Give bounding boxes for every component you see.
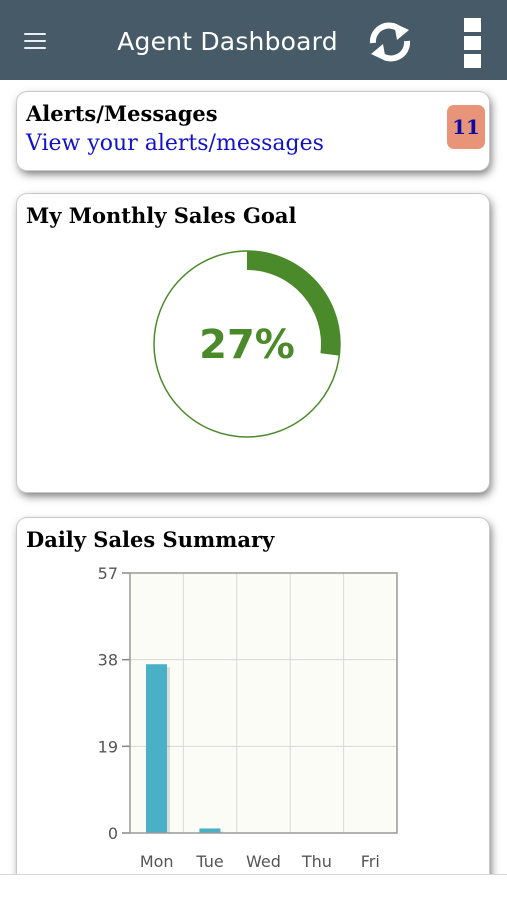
refresh-icon[interactable] (364, 20, 416, 64)
hamburger-menu-icon[interactable] (24, 30, 48, 52)
alerts-title: Alerts/Messages (26, 101, 218, 126)
chart-x-tick-label: Wed (246, 852, 281, 871)
chart-x-tick-label: Thu (301, 852, 332, 871)
chart-y-tick-label: 38 (98, 651, 118, 670)
dashboard-screen: Agent Dashboard Alerts/Messages View you… (0, 0, 507, 900)
app-header: Agent Dashboard (0, 0, 507, 80)
monthly-goal-title: My Monthly Sales Goal (26, 203, 297, 228)
chart-y-tick-label: 0 (108, 824, 118, 843)
chart-x-tick-label: Mon (140, 852, 174, 871)
chart-plot-area (130, 573, 397, 833)
chart-y-tick-label: 19 (98, 737, 118, 756)
view-alerts-link[interactable]: View your alerts/messages (26, 131, 324, 156)
goal-percent-label: 27% (199, 322, 295, 368)
alerts-count-badge[interactable]: 11 (447, 105, 485, 149)
app-title: Agent Dashboard (117, 27, 338, 56)
daily-sales-chart: 0 19 38 57 Mon Tue Wed Thu Fri (98, 564, 398, 871)
goal-progress-gauge: 27% (153, 250, 341, 438)
screen-bottom-edge (0, 874, 507, 900)
alerts-card: Alerts/Messages View your alerts/message… (17, 92, 489, 170)
chart-bar (146, 664, 167, 833)
daily-sales-title: Daily Sales Summary (26, 527, 275, 552)
chart-x-tick-label: Tue (195, 852, 223, 871)
monthly-goal-card: My Monthly Sales Goal 27% (17, 194, 489, 492)
chart-y-tick-label: 57 (98, 564, 118, 583)
chart-x-tick-label: Fri (361, 852, 380, 871)
more-vertical-icon[interactable] (456, 14, 488, 70)
daily-sales-card: Daily Sales Summary 0 19 38 57 Mon Tue Wed Thu F… (17, 518, 489, 900)
